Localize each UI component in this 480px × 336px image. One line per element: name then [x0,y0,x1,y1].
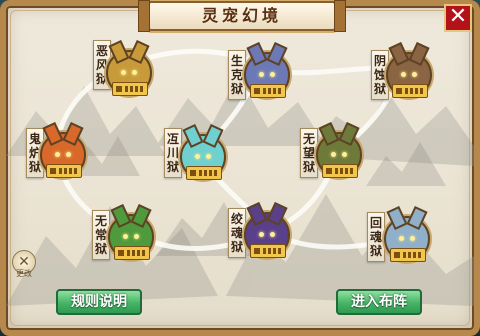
node-huihun[interactable] [384,205,430,264]
game-screen: 灵宠幻境 ✕ 恶风狱 生克狱 阴蚀狱 鬼炉狱 冱川狱 无望狱 无常狱 绞魂狱 回… [0,0,480,336]
window-title-text: 灵宠幻境 [201,6,282,25]
node-badge [250,244,286,258]
window-title: 灵宠幻境 [138,0,346,32]
node-badge [390,248,426,262]
node-wuchang[interactable] [108,203,154,262]
node-badge [392,84,428,98]
node-badge [46,164,82,178]
node-badge [322,164,358,178]
close-button[interactable]: ✕ [444,4,472,32]
node-efeng[interactable] [106,39,152,98]
node-badge [250,84,286,98]
node-label-huihun: 回魂狱 [367,212,385,262]
node-guilu[interactable] [40,121,86,180]
node-yinshi[interactable] [386,41,432,100]
node-wuwang[interactable] [316,121,362,180]
close-icon: ✕ [448,4,468,29]
node-badge [186,166,222,180]
node-jiaohun[interactable] [244,201,290,260]
enter-formation-button[interactable]: 进入布阵 [336,289,422,315]
node-badge [112,82,148,96]
title-scroll-end-right [334,0,346,32]
node-badge [114,246,150,260]
rules-button[interactable]: 规则说明 [56,289,142,315]
title-scroll-end-left [138,0,150,32]
node-shengke[interactable] [244,41,290,100]
side-icon-label: 更改 [16,269,32,278]
node-huchuan[interactable] [180,123,226,182]
